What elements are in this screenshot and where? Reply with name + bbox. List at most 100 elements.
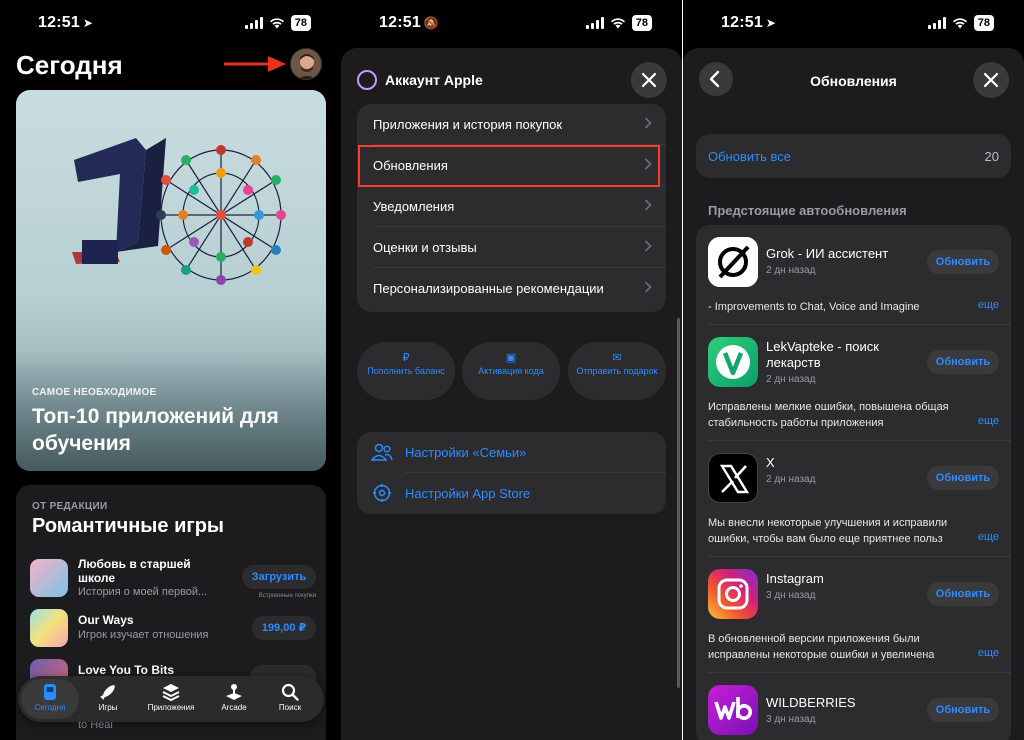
lekvapteke-app-icon [708, 337, 758, 387]
family-icon [371, 443, 393, 461]
game-icon [30, 559, 68, 597]
tab-label: Сегодня [34, 703, 66, 712]
menu-notifications[interactable]: Уведомления [357, 186, 666, 227]
tab-apps[interactable]: Приложения [141, 679, 201, 719]
updates-screen: 12:51 ➤ 78 Обновления Обновить все 20 Пре… [683, 0, 1024, 740]
release-notes: исправлены некоторые ошибки и увеличена [708, 649, 935, 661]
status-time: 12:51 🔕 [379, 14, 440, 31]
release-notes: В обновленной версии приложения были [708, 633, 920, 645]
list-item[interactable]: LekVapteke - поиск лекарств 2 дн назад О… [696, 325, 1011, 441]
signal-icon [244, 17, 263, 29]
tab-games[interactable]: Игры [79, 679, 137, 719]
settings-links: Настройки «Семьи» Настройки App Store [357, 432, 666, 514]
in-app-purchases-note: Встроенные покупки [258, 593, 316, 599]
menu-recommendations[interactable]: Персонализированные рекомендации [357, 268, 666, 309]
more-link[interactable]: еще [978, 531, 999, 543]
scrollbar[interactable] [677, 318, 680, 688]
editorial-title: Романтичные игры [32, 515, 224, 537]
update-button[interactable]: Обновить [927, 582, 999, 606]
app-date: 2 дн назад [766, 474, 816, 485]
list-item[interactable]: Instagram 3 дн назад Обновить В обновлен… [696, 557, 1011, 673]
menu-purchases[interactable]: Приложения и история покупок [357, 104, 666, 145]
add-funds-button[interactable]: ₽ Пополнить баланс [357, 342, 455, 400]
sheet-title: Аккаунт Apple [385, 72, 483, 88]
layers-icon [162, 684, 180, 701]
update-button[interactable]: Обновить [927, 350, 999, 374]
price-button[interactable]: 199,00 ₽ [252, 616, 316, 640]
profile-avatar[interactable] [290, 48, 322, 80]
game-name: Our Ways [78, 613, 134, 627]
wifi-icon [610, 18, 625, 29]
account-screen: 12:51 🔕 78 Аккаунт Apple Приложения и ист… [341, 0, 682, 740]
tab-label: Игры [98, 703, 118, 712]
game-icon [30, 609, 68, 647]
signal-icon [927, 17, 946, 29]
instagram-app-icon [708, 569, 758, 619]
gift-icon: ✉ [612, 352, 622, 364]
app-name: Grok - ИИ ассистент [766, 246, 889, 261]
battery-icon: 78 [290, 15, 311, 31]
today-screen: 12:51 ➤ 78 Сегодня САМОЕ НЕОБХОДИМОЕ Топ… [0, 0, 341, 740]
section-header: Предстоящие автообновления [708, 203, 907, 218]
more-link[interactable]: еще [978, 647, 999, 659]
release-notes: Мы внесли некоторые улучшения и исправил… [708, 517, 948, 529]
menu-ratings[interactable]: Оценки и отзывы [357, 227, 666, 268]
list-item[interactable]: WILDBERRIES 3 дн назад Обновить [696, 673, 1011, 740]
release-notes: - Improvements to Chat, Voice and Imagin… [708, 301, 920, 313]
game-row[interactable]: Любовь в старшей школе История о моей пе… [30, 557, 316, 601]
chevron-right-icon [644, 199, 652, 211]
update-button[interactable]: Обновить [927, 250, 999, 274]
update-count: 20 [984, 149, 999, 164]
app-name: Instagram [766, 571, 824, 586]
release-notes: Исправлены мелкие ошибки, повышена общая [708, 401, 949, 413]
avatar-photo [291, 49, 321, 79]
tab-arcade[interactable]: Arcade [205, 679, 263, 719]
more-link[interactable]: еще [978, 299, 999, 311]
tab-today[interactable]: Сегодня [21, 679, 79, 719]
update-all-row[interactable]: Обновить все 20 [696, 134, 1011, 178]
app-date: 3 дн назад [766, 590, 816, 601]
x-app-icon [708, 453, 758, 503]
rocket-icon [100, 685, 115, 700]
status-time: 12:51 ➤ [721, 14, 777, 31]
search-icon [281, 683, 299, 701]
close-icon [983, 72, 999, 88]
list-item[interactable]: X 2 дн назад Обновить Мы внесли некоторы… [696, 441, 1011, 557]
status-bar: 12:51 ➤ 78 [683, 10, 1024, 36]
silent-mode-icon: 🔕 [423, 16, 440, 30]
more-link[interactable]: еще [978, 415, 999, 427]
chevron-right-icon [644, 117, 652, 129]
status-bar: 12:51 ➤ 78 [0, 10, 341, 36]
editorial-kicker: ОТ РЕДАКЦИИ [32, 501, 108, 512]
update-button[interactable]: Обновить [927, 698, 999, 722]
location-icon: ➤ [765, 16, 777, 30]
update-all-button[interactable]: Обновить все [708, 149, 791, 164]
get-button[interactable]: Загрузить [242, 565, 316, 589]
tab-bar: Сегодня Игры Приложения Arcade Поиск [18, 676, 324, 722]
tab-label: Arcade [221, 703, 247, 712]
game-subtitle: История о моей первой... [78, 586, 208, 598]
ruble-icon: ₽ [402, 352, 410, 364]
joystick-icon [226, 684, 242, 700]
app-date: 2 дн назад [766, 265, 816, 276]
app-store-settings-link[interactable]: Настройки App Store [357, 473, 666, 514]
send-gift-button[interactable]: ✉ Отправить подарок [568, 342, 666, 400]
account-menu: Приложения и история покупок Обновления … [357, 104, 666, 312]
close-button[interactable] [631, 62, 667, 98]
tab-search[interactable]: Поиск [261, 679, 319, 719]
grok-app-icon [708, 237, 758, 287]
update-button[interactable]: Обновить [927, 466, 999, 490]
wifi-icon [952, 18, 967, 29]
today-icon [44, 684, 56, 700]
battery-icon: 78 [631, 15, 652, 31]
app-name: WILDBERRIES [766, 695, 856, 710]
close-button[interactable] [973, 62, 1009, 98]
family-settings-link[interactable]: Настройки «Семьи» [357, 432, 666, 473]
game-row[interactable]: Our Ways Игрок изучает отношения 199,00 … [30, 607, 316, 651]
release-notes: стабильность работы приложения [708, 417, 884, 429]
list-item[interactable]: Grok - ИИ ассистент 2 дн назад Обновить … [696, 225, 1011, 325]
featured-story-card[interactable]: САМОЕ НЕОБХОДИМОЕ Топ-10 приложений для … [16, 90, 326, 471]
updates-list: Grok - ИИ ассистент 2 дн назад Обновить … [696, 225, 1011, 740]
redeem-code-button[interactable]: ▣ Активация кода [462, 342, 560, 400]
game-name: Любовь в старшей школе [78, 557, 191, 585]
